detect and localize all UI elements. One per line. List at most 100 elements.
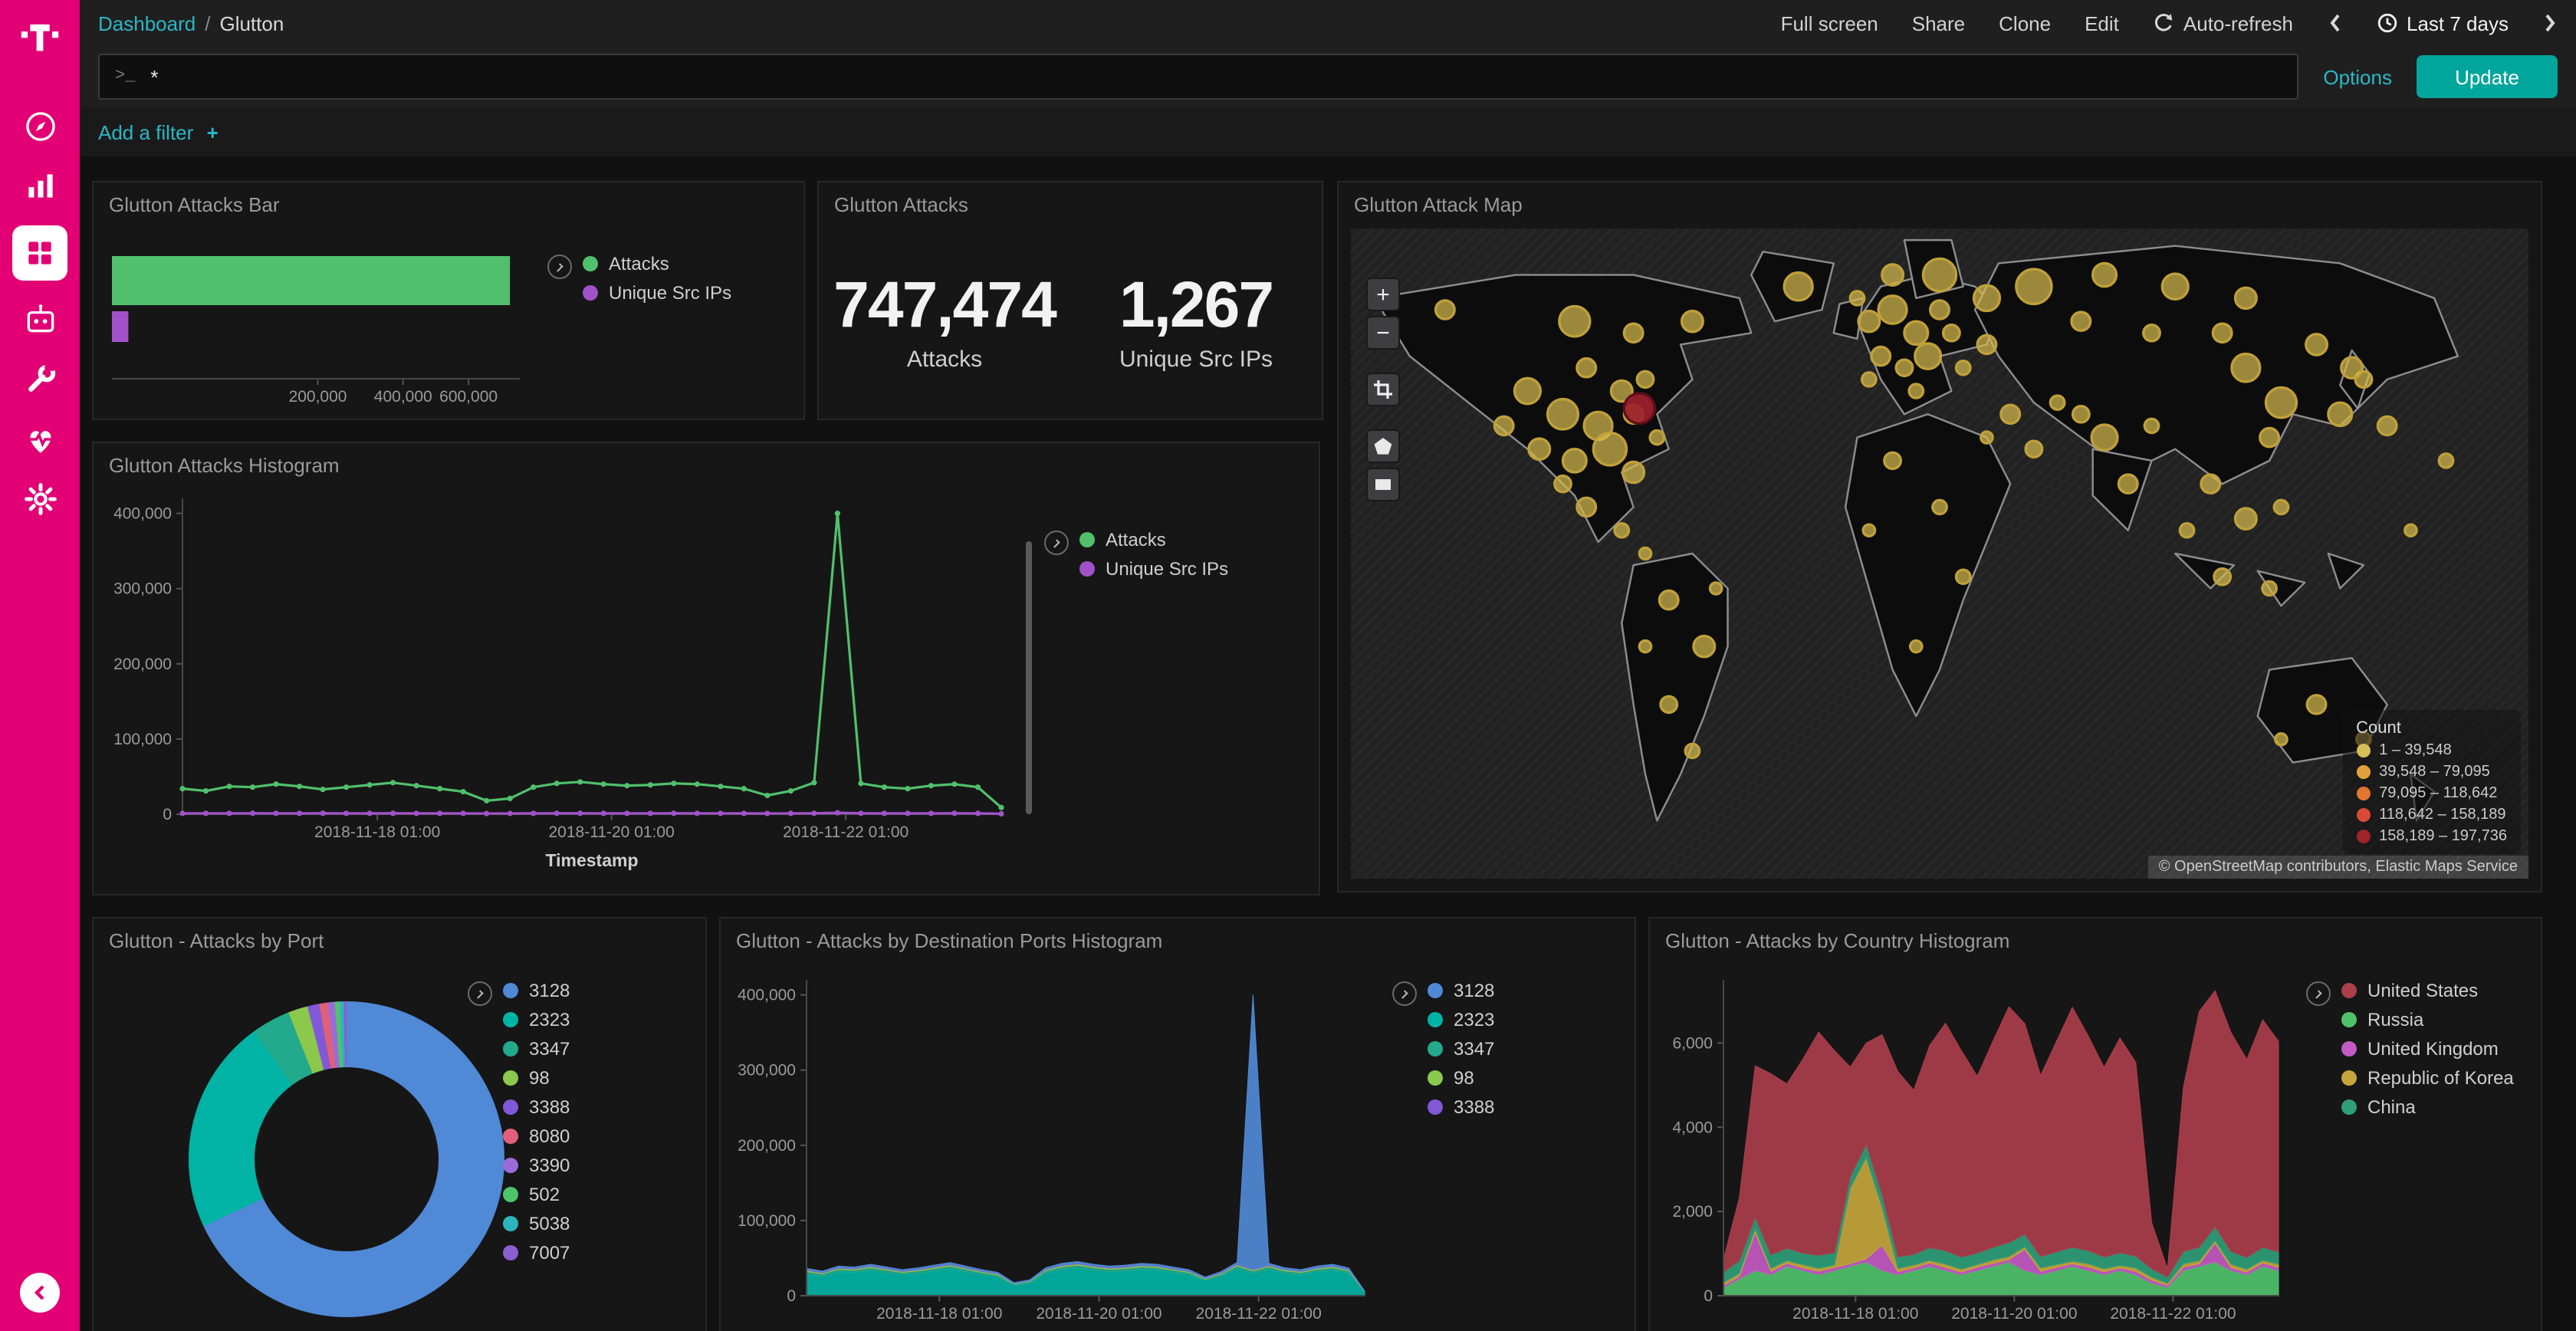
legend-scrollbar[interactable] xyxy=(1026,541,1032,814)
map-bubble xyxy=(2274,500,2288,514)
data-point xyxy=(390,810,396,816)
axis-tick-label: 100,000 xyxy=(113,731,172,748)
data-point xyxy=(671,781,676,786)
legend-label: Unique Src IPs xyxy=(609,282,731,304)
legend-item-3347[interactable]: 3347 xyxy=(503,1038,570,1060)
legend-item-5038[interactable]: 5038 xyxy=(503,1213,570,1234)
legend-color-dot xyxy=(1079,532,1095,547)
sidebar-item-visualize[interactable] xyxy=(19,166,61,207)
map-bubble xyxy=(1957,361,1970,375)
map-bubble xyxy=(2260,428,2279,446)
sidebar-item-monitoring[interactable] xyxy=(19,419,61,460)
legend-item-attacks[interactable]: Attacks xyxy=(583,253,731,274)
breadcrumb-dashboard-link[interactable]: Dashboard xyxy=(98,12,196,35)
legend-item-china[interactable]: China xyxy=(2341,1096,2514,1118)
legend-item-russia[interactable]: Russia xyxy=(2341,1009,2514,1030)
legend-item-3347[interactable]: 3347 xyxy=(1428,1038,1494,1060)
legend-item-502[interactable]: 502 xyxy=(503,1184,570,1205)
auto-refresh-label: Auto-refresh xyxy=(2183,12,2293,35)
data-point xyxy=(951,810,957,816)
clone-button[interactable]: Clone xyxy=(1999,12,2051,35)
data-point xyxy=(367,810,373,816)
collapse-nav-button[interactable] xyxy=(20,1273,60,1313)
map-bubble xyxy=(2236,508,2257,529)
map-bubble xyxy=(2180,524,2193,537)
time-picker-button[interactable]: Last 7 days xyxy=(2376,12,2509,35)
map-zoom-in-button[interactable]: + xyxy=(1366,278,1400,311)
map-bubble xyxy=(2341,357,2363,378)
attacks-bar-chart: 200,000400,000600,000 xyxy=(106,238,566,416)
legend-toggle-button[interactable] xyxy=(547,255,572,279)
edit-button[interactable]: Edit xyxy=(2085,12,2119,35)
legend-label: 5038 xyxy=(529,1213,570,1234)
add-filter-link[interactable]: Add a filter + xyxy=(98,120,219,143)
data-point xyxy=(718,810,723,816)
panel-title: Glutton - Attacks by Port xyxy=(109,929,324,952)
bar-attacks[interactable] xyxy=(112,256,510,305)
legend-item-united-states[interactable]: United States xyxy=(2341,980,2514,1001)
data-point xyxy=(858,781,863,786)
legend-color-dot xyxy=(2341,1041,2357,1057)
legend-toggle-button[interactable] xyxy=(1044,531,1069,555)
update-button[interactable]: Update xyxy=(2417,55,2558,98)
legend-item-2323[interactable]: 2323 xyxy=(1428,1009,1494,1030)
legend-toggle-button[interactable] xyxy=(468,981,492,1006)
rectangle-icon xyxy=(1372,474,1394,495)
map-bubble xyxy=(1911,641,1922,652)
axis-tick-label: 200,000 xyxy=(113,656,172,673)
map-bubble xyxy=(1981,432,1993,443)
legend-item-3388[interactable]: 3388 xyxy=(503,1096,570,1118)
legend-label: United States xyxy=(2367,980,2478,1001)
legend-item-3388[interactable]: 3388 xyxy=(1428,1096,1494,1118)
legend-item-republic-of-korea[interactable]: Republic of Korea xyxy=(2341,1067,2514,1089)
map-bubble xyxy=(2439,454,2453,468)
legend-item-attacks[interactable]: Attacks xyxy=(1079,529,1228,550)
legend-item-unique-src-ips[interactable]: Unique Src IPs xyxy=(583,282,731,304)
legend-item-7007[interactable]: 7007 xyxy=(503,1242,570,1264)
time-forward-button[interactable] xyxy=(2542,12,2558,34)
legend-item-united-kingdom[interactable]: United Kingdom xyxy=(2341,1038,2514,1060)
share-button[interactable]: Share xyxy=(1912,12,1965,35)
map-fit-bounds-button[interactable] xyxy=(1366,373,1400,406)
sidebar-item-dashboard[interactable] xyxy=(12,225,67,281)
map-canvas[interactable]: + − xyxy=(1351,228,2528,879)
query-input[interactable]: >_ * xyxy=(98,54,2298,100)
data-point xyxy=(928,810,934,816)
query-prompt-icon: >_ xyxy=(115,67,135,86)
map-legend-range: 79,095 – 118,642 xyxy=(2379,785,2497,802)
options-link[interactable]: Options xyxy=(2323,65,2392,88)
sidebar-item-devtools[interactable] xyxy=(19,359,61,400)
data-point xyxy=(437,810,442,816)
bar-unique-src-ips[interactable] xyxy=(112,311,128,342)
legend-item-98[interactable]: 98 xyxy=(503,1067,570,1089)
tmobile-logo[interactable] xyxy=(17,14,63,60)
axis-tick-label: 2018-11-20 01:00 xyxy=(1036,1305,1162,1323)
axis-tick-label: 300,000 xyxy=(738,1062,796,1080)
legend-item-3128[interactable]: 3128 xyxy=(503,980,570,1001)
map-polygon-tool-button[interactable] xyxy=(1366,429,1400,463)
data-point xyxy=(320,810,325,816)
legend-item-3128[interactable]: 3128 xyxy=(1428,980,1494,1001)
auto-refresh-button[interactable]: Auto-refresh xyxy=(2153,12,2293,35)
legend-item-3390[interactable]: 3390 xyxy=(503,1155,570,1176)
legend-item-unique-src-ips[interactable]: Unique Src IPs xyxy=(1079,558,1228,580)
dashboard-grid-icon xyxy=(23,236,57,270)
sidebar-item-apm[interactable] xyxy=(19,299,61,340)
legend-item-98[interactable]: 98 xyxy=(1428,1067,1494,1089)
map-zoom-out-button[interactable]: − xyxy=(1366,316,1400,350)
time-back-button[interactable] xyxy=(2327,12,2342,34)
map-rectangle-tool-button[interactable] xyxy=(1366,468,1400,501)
panel-glutton-attacks-bar: Glutton Attacks Bar 200,000400,000600,00… xyxy=(92,181,805,420)
legend-toggle-button[interactable] xyxy=(2306,981,2331,1006)
port-donut-chart[interactable] xyxy=(189,1001,504,1317)
full-screen-button[interactable]: Full screen xyxy=(1781,12,1878,35)
legend-item-8080[interactable]: 8080 xyxy=(503,1126,570,1147)
sidebar-item-management[interactable] xyxy=(19,478,61,520)
sidebar-item-discover[interactable] xyxy=(19,106,61,147)
legend-toggle-button[interactable] xyxy=(1392,981,1417,1006)
x-axis-title: Timestamp xyxy=(545,850,638,870)
chevron-right-icon xyxy=(2542,12,2558,34)
data-point xyxy=(648,810,653,816)
data-point xyxy=(343,784,349,790)
legend-item-2323[interactable]: 2323 xyxy=(503,1009,570,1030)
